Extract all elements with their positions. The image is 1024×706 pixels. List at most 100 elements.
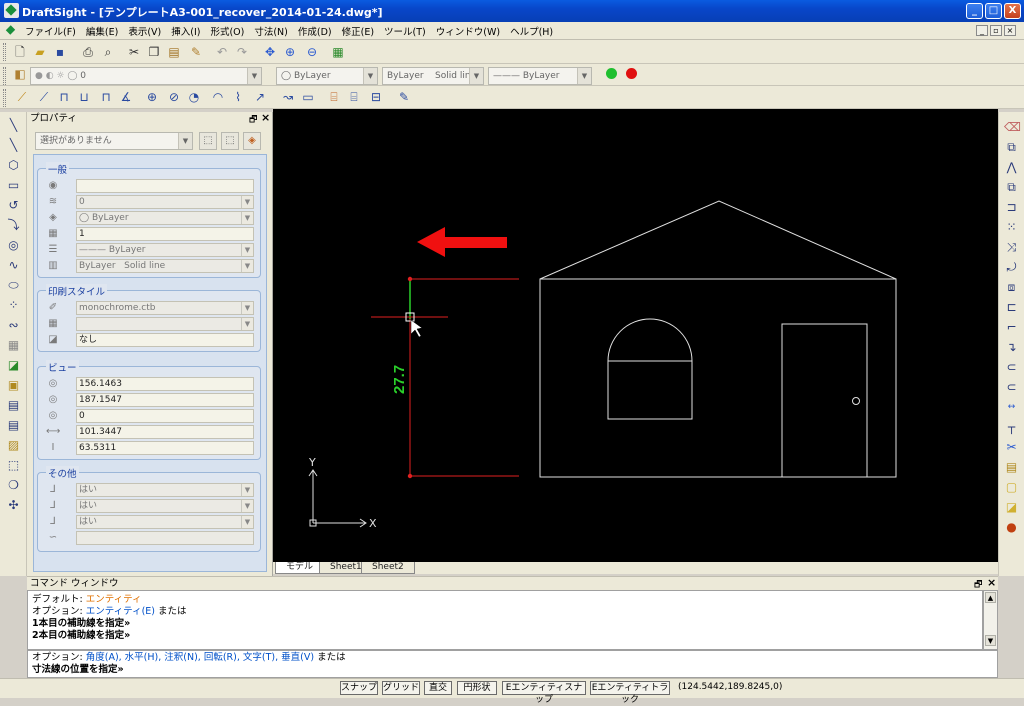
mirror-icon[interactable]: ⋀ [1004,160,1019,175]
menu-tools[interactable]: ツール(T) [379,22,431,40]
radius-dimension-icon[interactable]: ◔ [186,89,202,105]
break-icon[interactable]: ⊂ [1004,360,1019,375]
menu-file[interactable]: ファイル(F) [20,22,81,40]
tolerance-icon[interactable]: ▭ [300,89,316,105]
menu-help[interactable]: ヘルプ(H) [505,22,558,40]
center-z-value[interactable]: 0 [76,409,254,423]
linestyle-value[interactable]: ByLayer Solid line ▼ [76,259,254,273]
color-combo[interactable]: ◯ ByLayer ▼ [276,67,378,85]
menu-modify[interactable]: 修正(E) [337,22,379,40]
angular-dimension-icon[interactable]: ∡ [118,89,134,105]
scroll-up-icon[interactable]: ▲ [985,592,996,603]
ucs-per-viewport-value[interactable]: はい ▼ [76,515,254,529]
tab-model[interactable]: モデル [275,562,325,574]
minimize-button[interactable]: _ [966,3,983,19]
mdi-restore-button[interactable]: ▫ [990,25,1002,36]
red-status-icon[interactable] [626,68,637,79]
region-icon[interactable]: ◪ [6,358,21,373]
edit-polyline-icon[interactable]: ▢ [1004,480,1019,495]
circle-icon[interactable]: ◎ [6,238,21,253]
ellipse-icon[interactable]: ⬭ [6,278,21,293]
layer-manager-icon[interactable]: ◧ [12,66,28,82]
block-icon[interactable]: ▣ [6,378,21,393]
close-button[interactable]: X [1004,3,1021,19]
copy-entity-icon[interactable]: ⧉ [1004,140,1019,155]
polygon-icon[interactable]: ⬡ [6,158,21,173]
scale-icon[interactable]: ⧈ [1004,280,1019,295]
move-icon[interactable]: ⤨ [1004,240,1019,255]
rectangle-icon[interactable]: ▭ [6,178,21,193]
new-icon[interactable]: 🗋 [12,44,28,60]
ucs-icon-on-value[interactable]: はい ▼ [76,483,254,497]
leader-icon[interactable]: ↗ [252,89,268,105]
text-icon[interactable]: ▤ [6,398,21,413]
arc-icon[interactable]: ↺ [6,198,21,213]
menu-dimension[interactable]: 寸法(N) [249,22,293,40]
explode-bomb-icon[interactable]: ● [1004,520,1019,535]
note-icon[interactable]: ▤ [6,418,21,433]
join-icon[interactable]: ⊂ [1004,380,1019,395]
polyline-icon[interactable]: ⤵ [6,218,21,233]
linear-dimension-icon[interactable]: ⊓ [56,89,72,105]
ucs-name-value[interactable] [76,531,254,545]
drawing-canvas[interactable]: 27.7 Y X [273,109,998,562]
tab-sheet2[interactable]: Sheet2 [361,562,415,574]
diameter-dimension-icon[interactable]: ⊘ [166,89,182,105]
infinite-line-icon[interactable]: ╲ [6,138,21,153]
spline-icon[interactable]: ∿ [6,258,21,273]
cloud-icon[interactable]: ✣ [6,498,21,513]
center-x-value[interactable]: 156.1463 [76,377,254,391]
edit-spline-icon[interactable]: ◪ [1004,500,1019,515]
maximize-button[interactable]: □ [985,3,1002,19]
print-attach-value[interactable]: なし [76,333,254,347]
weld-icon[interactable]: ↔ [1004,400,1019,415]
paste-icon[interactable]: ▤ [166,44,182,60]
quick-select-icon[interactable]: ⬚ [221,132,239,150]
close-icon[interactable]: × [987,576,996,589]
pan-icon[interactable]: ✥ [262,44,278,60]
menu-insert[interactable]: 挿入(I) [166,22,205,40]
arc-length-icon[interactable]: ◠ [210,89,226,105]
match-properties-icon[interactable]: ✎ [188,44,204,60]
print-table-value[interactable]: ▼ [76,317,254,331]
rotate-icon[interactable]: ⤾ [1004,260,1019,275]
menu-edit[interactable]: 編集(E) [81,22,123,40]
center-y-value[interactable]: 187.1547 [76,393,254,407]
aligned-dimension-icon[interactable]: ⟋ [36,89,52,105]
hatch-icon[interactable]: ▦ [6,338,21,353]
revision-cloud-icon[interactable]: ❍ [6,478,21,493]
continue-dimension-icon[interactable]: ⊓ [98,89,114,105]
lineweight-combo[interactable]: ——— ByLayer ▼ [488,67,592,85]
layer-combo[interactable]: ● ◐ ☼ ◯ 0 ▼ [30,67,262,85]
green-status-icon[interactable] [606,68,617,79]
extend-icon[interactable]: ↴ [1004,340,1019,355]
lineweight-value[interactable]: ——— ByLayer ▼ [76,243,254,257]
zoom-window-icon[interactable]: ⊕ [282,44,298,60]
float-icon[interactable]: 🗗 [249,112,257,128]
menu-format[interactable]: 形式(O) [205,22,249,40]
command-input[interactable]: オプション: 角度(A), 水平(H), 注釈(N), 回転(R), 文字(T)… [27,650,998,678]
menu-draw[interactable]: 作成(D) [293,22,337,40]
width-value[interactable]: 101.3447 [76,425,254,439]
zoom-previous-icon[interactable]: ⊖ [304,44,320,60]
table-icon[interactable]: ▨ [6,438,21,453]
trim-icon[interactable]: ⌐ [1004,320,1019,335]
open-icon[interactable]: ▰ [32,44,48,60]
mdi-minimize-button[interactable]: _ [976,25,988,36]
linetype-scale-value[interactable]: 1 [76,227,254,241]
pattern-icon[interactable]: ⊐ [1004,200,1019,215]
linetype-value[interactable]: ◯ ByLayer ▼ [76,211,254,225]
dimension-edit-icon[interactable]: ⌸ [326,89,342,105]
command-scrollbar[interactable]: ▲ ▼ [983,590,998,650]
undo-icon[interactable]: ↶ [214,44,230,60]
layer-value[interactable]: 0 ▼ [76,195,254,209]
freehand-icon[interactable]: ∾ [6,318,21,333]
ordinate-icon[interactable]: ↝ [280,89,296,105]
chamfer-icon[interactable]: ┬ [1004,420,1019,435]
eraser-icon[interactable]: ⌫ [1004,120,1021,135]
stretch-icon[interactable]: ⊏ [1004,300,1019,315]
smart-dimension-icon[interactable]: ⟋ [14,89,30,105]
cut-icon[interactable]: ✂ [126,44,142,60]
array-icon[interactable]: ⁙ [1004,220,1019,235]
save-icon[interactable]: ▪ [52,44,68,60]
